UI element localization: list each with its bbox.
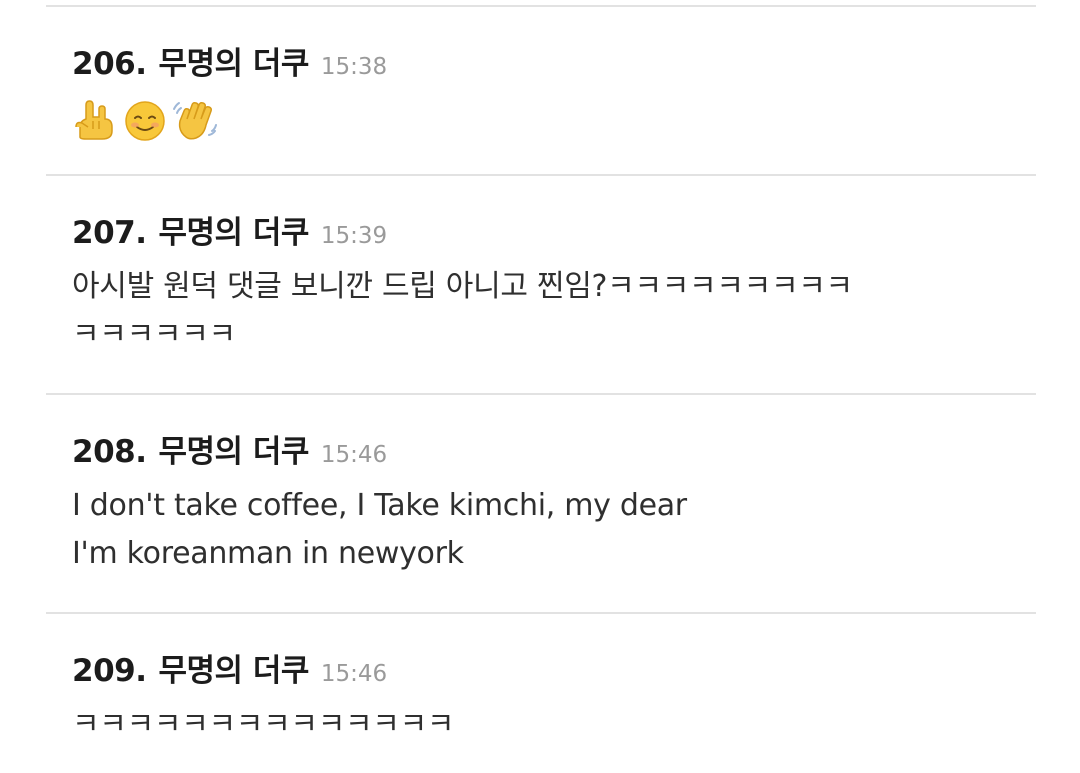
comment-number: 208. [72,434,147,470]
comment-text-line: ㅋㅋㅋㅋㅋㅋㅋㅋㅋㅋㅋㅋㅋㅋ [72,707,455,742]
comment-author[interactable]: 무명의 더쿠 [159,645,310,690]
comment-item: 207. 무명의 더쿠 15:39 아시발 원덕 댓글 보니깐 드립 아니고 찐… [72,207,1032,359]
smiling-face-icon [125,101,165,141]
comment-divider [46,612,1036,614]
sign-of-horns-icon [75,100,113,140]
comment-number: 207. [72,215,147,251]
comment-item: 209. 무명의 더쿠 15:46 ㅋㅋㅋㅋㅋㅋㅋㅋㅋㅋㅋㅋㅋㅋ [72,645,1032,749]
comment-time: 15:39 [320,223,388,249]
comment-divider [46,5,1036,7]
comment-number: 206. [72,46,147,82]
comment-divider [46,174,1036,176]
comment-author[interactable]: 무명의 더쿠 [159,38,310,83]
comment-author[interactable]: 무명의 더쿠 [159,426,310,471]
comment-header: 207. 무명의 더쿠 15:39 [72,207,1032,251]
comment-time: 15:46 [320,661,388,687]
comment-number: 209. [72,653,147,689]
comment-item: 206. 무명의 더쿠 15:38 [72,38,1032,144]
comment-header: 208. 무명의 더쿠 15:46 [72,426,1032,470]
comment-text-line: 아시발 원덕 댓글 보니깐 드립 아니고 찐임?ㅋㅋㅋㅋㅋㅋㅋㅋㅋ [72,269,853,304]
comment-item: 208. 무명의 더쿠 15:46 I don't take coffee, I… [72,426,1032,578]
comment-header: 209. 무명의 더쿠 15:46 [72,645,1032,689]
comment-divider [46,393,1036,395]
comment-text-line: ㅋㅋㅋㅋㅋㅋ [72,317,236,352]
comment-time: 15:38 [320,54,388,80]
comment-emoji-row [72,96,1032,144]
waving-hand-icon [173,102,217,140]
comment-header: 206. 무명의 더쿠 15:38 [72,38,1032,82]
comment-time: 15:46 [320,442,388,468]
comment-author[interactable]: 무명의 더쿠 [159,207,310,252]
comment-text-line: I'm koreanman in newyork [72,536,464,571]
comment-text-line: I don't take coffee, I Take kimchi, my d… [72,488,687,523]
